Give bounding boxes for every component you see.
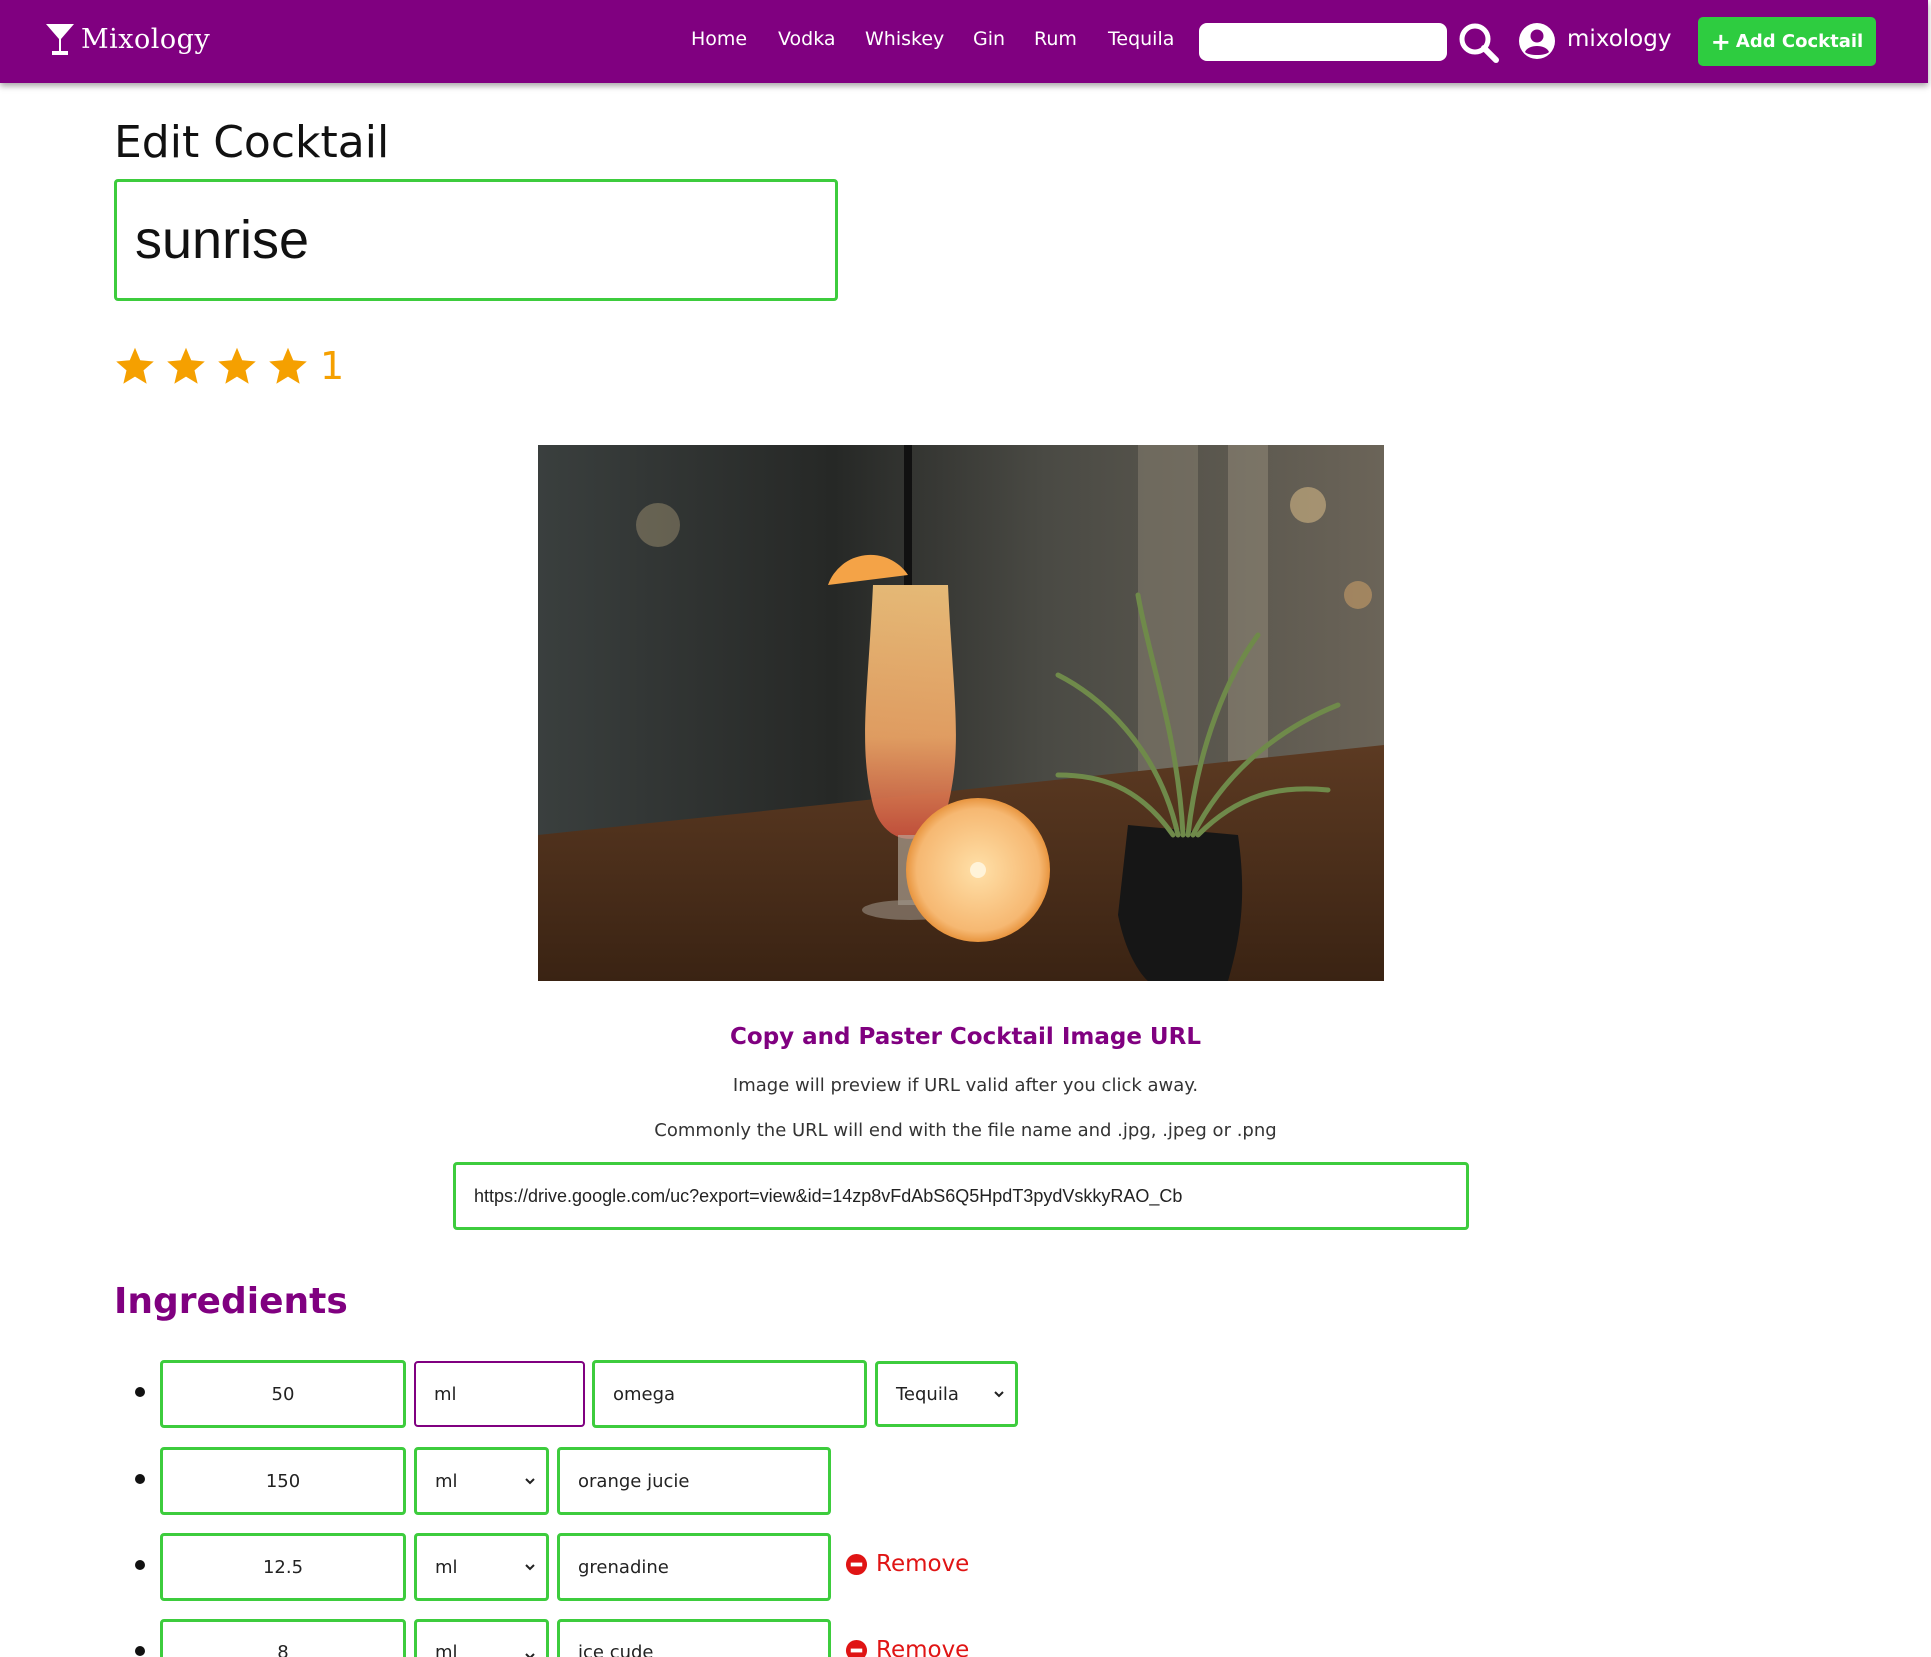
nav-link-gin[interactable]: Gin bbox=[973, 28, 1005, 50]
ingredient-amount-value: 150 bbox=[265, 1470, 301, 1492]
spirit-select-value: Tequila bbox=[896, 1383, 959, 1405]
image-hint-extension: Commonly the URL will end with the file … bbox=[654, 1120, 1277, 1141]
remove-ingredient-button[interactable]: Remove bbox=[845, 1637, 969, 1657]
ingredient-unit-input[interactable]: ml bbox=[414, 1361, 585, 1427]
ingredient-unit-value: ml bbox=[435, 1470, 458, 1492]
add-cocktail-button[interactable]: + Add Cocktail bbox=[1698, 17, 1876, 66]
ingredient-unit-value: ml bbox=[435, 1642, 458, 1657]
search-icon[interactable] bbox=[1457, 21, 1501, 65]
plus-icon: + bbox=[1710, 27, 1731, 56]
chevron-down-icon bbox=[525, 1478, 535, 1485]
nav-link-tequila[interactable]: Tequila bbox=[1108, 28, 1174, 50]
ingredient-name-value: grenadine bbox=[578, 1556, 669, 1578]
ingredient-amount-value: 8 bbox=[277, 1642, 289, 1657]
star-icon[interactable] bbox=[267, 346, 309, 386]
user-name[interactable]: mixology bbox=[1567, 26, 1671, 52]
cocktail-image-preview bbox=[538, 445, 1384, 981]
chevron-down-icon bbox=[525, 1653, 535, 1657]
ingredient-unit-select[interactable]: ml bbox=[414, 1447, 549, 1515]
ingredient-amount-input[interactable]: 50 bbox=[160, 1360, 406, 1428]
ingredient-name-input[interactable]: ice cude bbox=[557, 1619, 831, 1657]
remove-label: Remove bbox=[876, 1551, 970, 1577]
search-input[interactable] bbox=[1199, 23, 1447, 61]
chevron-down-icon bbox=[525, 1564, 535, 1571]
nav-link-rum[interactable]: Rum bbox=[1034, 28, 1077, 50]
spirit-select[interactable]: Tequila bbox=[875, 1361, 1018, 1427]
nav-link-whiskey[interactable]: Whiskey bbox=[865, 28, 944, 50]
ingredient-amount-input[interactable]: 150 bbox=[160, 1447, 406, 1515]
image-url-heading: Copy and Paster Cocktail Image URL bbox=[730, 1024, 1201, 1050]
chevron-down-icon bbox=[994, 1391, 1004, 1398]
ingredient-name-input[interactable]: orange jucie bbox=[557, 1447, 831, 1515]
page-title: Edit Cocktail bbox=[114, 117, 390, 168]
navbar: Mixology Home Vodka Whiskey Gin Rum Tequ… bbox=[0, 0, 1928, 83]
rating-count: 1 bbox=[320, 344, 345, 388]
user-circle-icon[interactable] bbox=[1518, 22, 1556, 60]
brand-logo[interactable]: Mixology bbox=[45, 22, 210, 56]
minus-circle-icon bbox=[845, 1553, 868, 1575]
remove-ingredient-button[interactable]: Remove bbox=[845, 1551, 969, 1577]
brand-name: Mixology bbox=[81, 23, 211, 55]
nav-link-home[interactable]: Home bbox=[691, 28, 747, 50]
martini-glass-icon bbox=[46, 24, 74, 55]
ingredient-unit-value: ml bbox=[434, 1383, 457, 1405]
ingredient-name-value: omega bbox=[613, 1383, 676, 1405]
star-icon[interactable] bbox=[114, 346, 156, 386]
star-icon[interactable] bbox=[165, 346, 207, 386]
ingredient-name-input[interactable]: grenadine bbox=[557, 1533, 831, 1601]
cocktail-name-input[interactable] bbox=[114, 179, 838, 301]
list-bullet bbox=[135, 1560, 145, 1570]
ingredient-name-input[interactable]: omega bbox=[592, 1360, 867, 1428]
ingredient-name-value: ice cude bbox=[578, 1642, 654, 1657]
ingredient-amount-value: 12.5 bbox=[262, 1556, 304, 1578]
star-icon[interactable] bbox=[216, 346, 258, 386]
ingredient-amount-input[interactable]: 8 bbox=[160, 1619, 406, 1657]
list-bullet bbox=[135, 1387, 145, 1397]
list-bullet bbox=[135, 1474, 145, 1484]
ingredient-unit-select[interactable]: ml bbox=[414, 1619, 549, 1657]
image-hint-preview: Image will preview if URL valid after yo… bbox=[732, 1075, 1199, 1096]
minus-circle-icon bbox=[845, 1639, 868, 1657]
rating: 1 bbox=[114, 344, 344, 388]
ingredient-unit-value: ml bbox=[435, 1556, 458, 1578]
ingredient-name-value: orange jucie bbox=[578, 1470, 690, 1492]
add-cocktail-label: Add Cocktail bbox=[1735, 31, 1864, 52]
nav-link-vodka[interactable]: Vodka bbox=[778, 28, 836, 50]
ingredient-unit-select[interactable]: ml bbox=[414, 1533, 549, 1601]
list-bullet bbox=[135, 1646, 145, 1656]
ingredients-heading: Ingredients bbox=[114, 1281, 348, 1322]
cocktail-photo bbox=[538, 445, 1384, 981]
remove-label: Remove bbox=[876, 1637, 970, 1657]
image-url-input[interactable] bbox=[453, 1162, 1469, 1230]
ingredient-amount-input[interactable]: 12.5 bbox=[160, 1533, 406, 1601]
ingredient-amount-value: 50 bbox=[271, 1383, 295, 1405]
